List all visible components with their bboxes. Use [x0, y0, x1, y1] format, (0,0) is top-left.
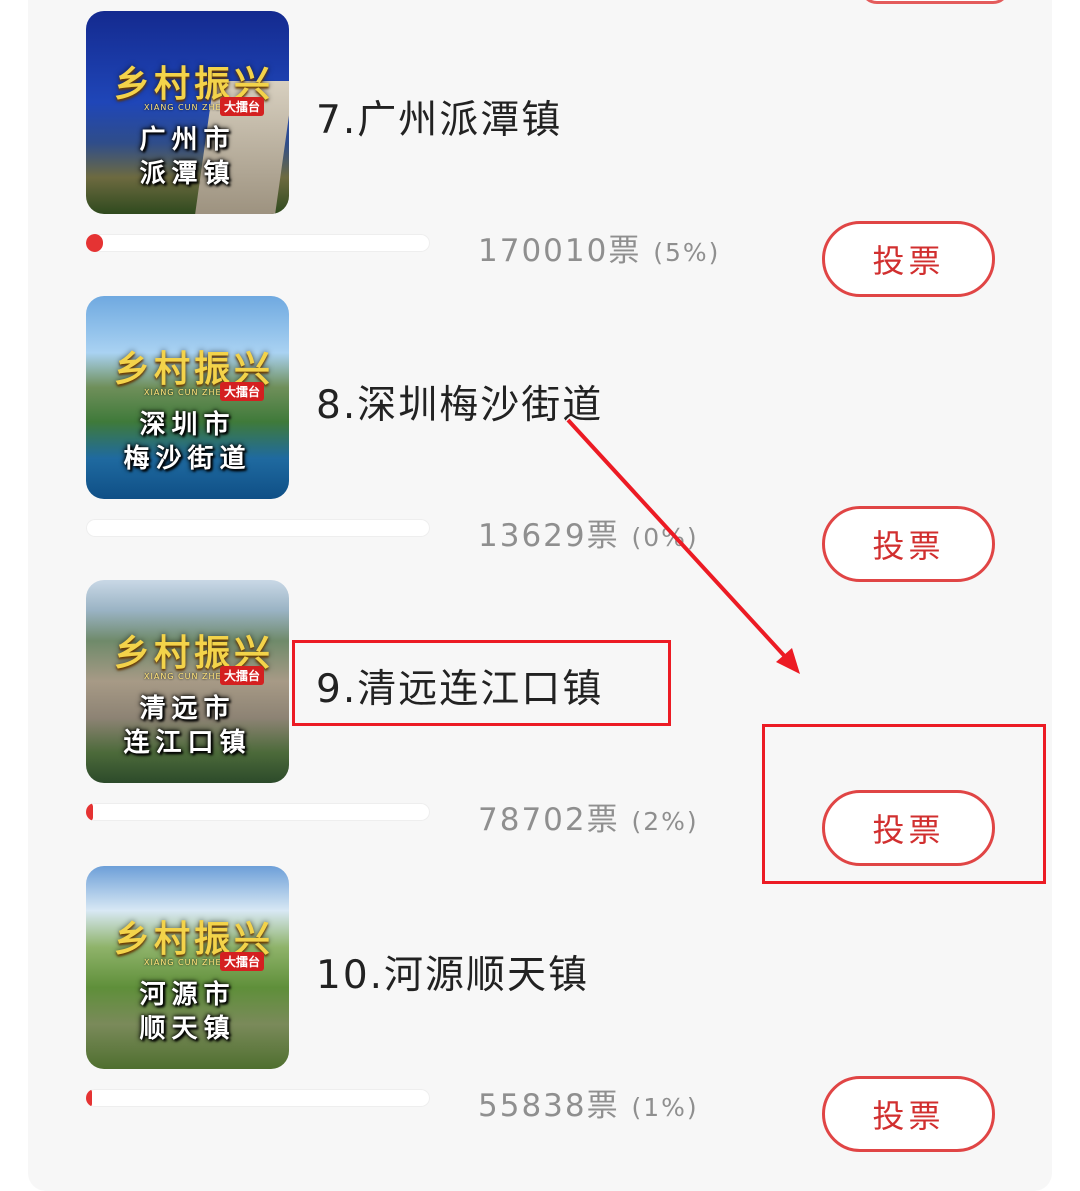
vote-progress-fill [86, 1089, 92, 1107]
vote-progress-bar [86, 519, 430, 537]
thumb-city-line2: 顺天镇 [139, 1014, 236, 1044]
thumb-city-line1: 清远市 [139, 694, 236, 724]
vote-button[interactable]: 投票 [822, 1076, 995, 1152]
vote-count: 170010票 (5%) [478, 225, 720, 270]
thumb-city-line2: 连江口镇 [123, 728, 252, 758]
vote-percent: (1%) [631, 1093, 699, 1122]
highlight-box-item-title [292, 640, 671, 726]
item-thumbnail[interactable]: 乡村振兴 XIANG CUN ZHEN XING 大擂台 清远市 连江口镇 [86, 580, 289, 783]
vote-progress-fill [86, 803, 93, 821]
thumb-badge: 大擂台 [220, 97, 265, 116]
item-title: 8.深圳梅沙街道 [316, 383, 604, 428]
previous-vote-button-partial[interactable] [860, 0, 1010, 4]
thumb-city-line1: 河源市 [139, 980, 236, 1010]
list-item-8: 乡村振兴 XIANG CUN ZHEN XING 大擂台 深圳市 梅沙街道 8.… [0, 296, 1080, 582]
highlight-box-vote-button [762, 724, 1046, 884]
item-title: 10.河源顺天镇 [316, 953, 590, 998]
vote-button[interactable]: 投票 [822, 221, 995, 297]
vote-count-text: 13629票 [478, 518, 620, 554]
thumb-city-line1: 深圳市 [139, 410, 236, 440]
vote-progress-fill [86, 234, 104, 252]
thumb-city-line2: 梅沙街道 [123, 444, 252, 474]
vote-progress-bar [86, 1089, 430, 1107]
vote-percent: (5%) [653, 238, 721, 267]
vote-progress-bar [86, 234, 430, 252]
vote-count: 78702票 (2%) [478, 794, 699, 839]
list-item-7: 乡村振兴 XIANG CUN ZHEN XING 大擂台 广州市 派潭镇 7.广… [0, 11, 1080, 297]
thumb-city-line1: 广州市 [139, 125, 236, 155]
item-thumbnail[interactable]: 乡村振兴 XIANG CUN ZHEN XING 大擂台 河源市 顺天镇 [86, 866, 289, 1069]
thumb-badge: 大擂台 [220, 952, 265, 971]
vote-count: 13629票 (0%) [478, 510, 699, 555]
vote-progress-bar [86, 803, 430, 821]
thumb-badge: 大擂台 [220, 666, 265, 685]
vote-count-text: 78702票 [478, 802, 620, 838]
vote-count: 55838票 (1%) [478, 1080, 699, 1125]
vote-count-text: 170010票 [478, 233, 642, 269]
item-thumbnail[interactable]: 乡村振兴 XIANG CUN ZHEN XING 大擂台 广州市 派潭镇 [86, 11, 289, 214]
vote-percent: (2%) [631, 807, 699, 836]
list-item-10: 乡村振兴 XIANG CUN ZHEN XING 大擂台 河源市 顺天镇 10.… [0, 866, 1080, 1152]
vote-button[interactable]: 投票 [822, 506, 995, 582]
vote-percent: (0%) [631, 523, 699, 552]
vote-count-text: 55838票 [478, 1088, 620, 1124]
thumb-city-line2: 派潭镇 [139, 159, 236, 189]
item-thumbnail[interactable]: 乡村振兴 XIANG CUN ZHEN XING 大擂台 深圳市 梅沙街道 [86, 296, 289, 499]
item-title: 7.广州派潭镇 [316, 98, 563, 143]
thumb-badge: 大擂台 [220, 382, 265, 401]
